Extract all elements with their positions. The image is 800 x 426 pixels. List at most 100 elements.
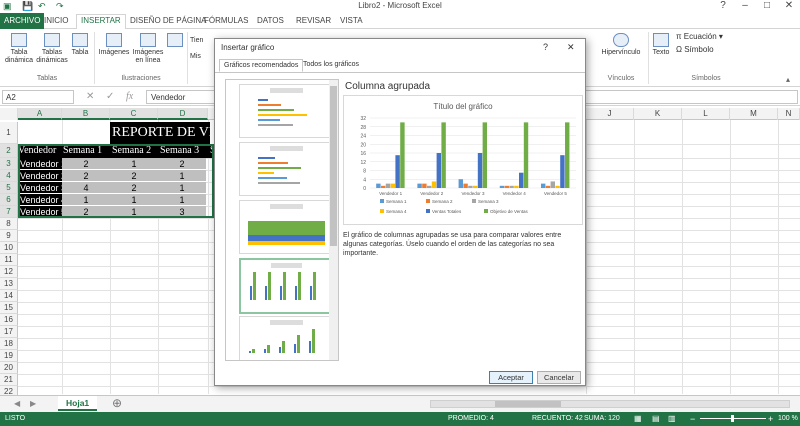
pictures-button[interactable]: Imágenes <box>98 33 130 57</box>
value-cell[interactable]: 2 <box>158 158 206 170</box>
my-apps-button[interactable]: Mis <box>190 53 214 61</box>
value-cell[interactable]: 1 <box>110 158 158 170</box>
accept-button[interactable]: Aceptar <box>489 371 533 384</box>
add-sheet-icon[interactable]: ⊕ <box>112 396 122 410</box>
row-header[interactable]: 11 <box>0 254 18 266</box>
zoom-level[interactable]: 100 % <box>778 415 798 422</box>
text-button[interactable]: Texto <box>651 33 671 57</box>
vendor-cell[interactable]: Vendedor 1 <box>18 158 62 170</box>
tab-formulas[interactable]: FÓRMULAS <box>200 15 252 26</box>
insert-function-icon[interactable]: fx <box>126 91 133 102</box>
table-button[interactable]: Tabla <box>70 33 90 57</box>
row-header[interactable]: 3 <box>0 158 18 170</box>
row-header[interactable]: 13 <box>0 278 18 290</box>
row-header[interactable]: 16 <box>0 314 18 326</box>
tab-datos[interactable]: DATOS <box>253 15 288 26</box>
name-box[interactable]: A2 <box>2 90 74 104</box>
value-cell[interactable]: 3 <box>158 206 206 218</box>
store-button[interactable]: Tien <box>190 37 214 45</box>
dialog-close-icon[interactable]: ✕ <box>567 42 575 53</box>
row-header[interactable]: 21 <box>0 374 18 386</box>
tab-recommended-charts[interactable]: Gráficos recomendados <box>219 59 304 72</box>
enter-formula-icon[interactable]: ✓ <box>106 91 114 102</box>
column-header-a[interactable]: A <box>18 108 62 120</box>
zoom-slider[interactable] <box>700 415 766 422</box>
zoom-out-icon[interactable]: − <box>690 414 695 424</box>
value-cell[interactable]: 1 <box>110 206 158 218</box>
equation-button[interactable]: π Ecuación ▾ <box>676 33 736 41</box>
value-cell[interactable]: 1 <box>158 170 206 182</box>
value-cell[interactable]: 2 <box>110 182 158 194</box>
scrollbar-thumb[interactable] <box>495 401 561 407</box>
value-cell[interactable]: 1 <box>158 194 206 206</box>
vendor-cell[interactable]: Vendedor 3 <box>18 182 62 194</box>
tab-archivo[interactable]: ARCHIVO <box>0 13 45 29</box>
column-header-m[interactable]: M <box>730 108 778 120</box>
thumb-list-scrollbar-thumb[interactable] <box>330 86 337 246</box>
column-header-j[interactable]: J <box>586 108 634 120</box>
tab-revisar[interactable]: REVISAR <box>292 15 335 26</box>
shapes-button[interactable] <box>166 33 184 49</box>
value-cell[interactable]: 4 <box>62 182 110 194</box>
online-pictures-button[interactable]: Imágenes en línea <box>132 33 164 65</box>
row-header[interactable]: 6 <box>0 194 18 206</box>
row-header[interactable]: 5 <box>0 182 18 194</box>
tab-all-charts[interactable]: Todos los gráficos <box>299 59 363 70</box>
row-header[interactable]: 14 <box>0 290 18 302</box>
value-cell[interactable]: 2 <box>62 158 110 170</box>
row-header[interactable]: 18 <box>0 338 18 350</box>
column-header-l[interactable]: L <box>682 108 730 120</box>
page-layout-icon[interactable]: ▤ <box>652 414 660 423</box>
row-header[interactable]: 9 <box>0 230 18 242</box>
value-cell[interactable]: 1 <box>110 194 158 206</box>
row-header[interactable]: 12 <box>0 266 18 278</box>
hyperlink-button[interactable]: Hipervínculo <box>600 33 642 57</box>
row-header[interactable]: 15 <box>0 302 18 314</box>
vendor-cell[interactable]: Vendedor 5 <box>18 206 62 218</box>
sheet-tab-hoja1[interactable]: Hoja1 <box>58 396 98 411</box>
row-header[interactable]: 10 <box>0 242 18 254</box>
vendor-cell[interactable]: Vendedor 2 <box>18 170 62 182</box>
next-sheet-icon[interactable]: ▶ <box>30 399 36 408</box>
chart-thumbnail[interactable] <box>239 316 334 360</box>
cancel-button[interactable]: Cancelar <box>537 371 581 384</box>
tab-diseno-pagina[interactable]: DISEÑO DE PÁGINA <box>126 15 210 26</box>
row-header[interactable]: 20 <box>0 362 18 374</box>
vendor-cell[interactable]: Vendedor 4 <box>18 194 62 206</box>
tab-inicio[interactable]: INICIO <box>40 15 72 26</box>
recommended-pivot-button[interactable]: Tablas dinámicas <box>36 33 68 65</box>
row-header[interactable]: 4 <box>0 170 18 182</box>
help-icon[interactable]: ? <box>712 0 734 11</box>
page-break-icon[interactable]: ▥ <box>668 414 676 423</box>
value-cell[interactable]: 2 <box>62 170 110 182</box>
symbol-button[interactable]: Ω Símbolo <box>676 46 736 54</box>
chart-thumbnail[interactable] <box>239 200 334 254</box>
tab-insertar[interactable]: INSERTAR <box>76 14 126 30</box>
row-header[interactable]: 8 <box>0 218 18 230</box>
minimize-icon[interactable]: – <box>734 0 756 11</box>
chart-thumbnail[interactable] <box>239 142 334 196</box>
maximize-icon[interactable]: □ <box>756 0 778 11</box>
tab-vista[interactable]: VISTA <box>336 15 367 26</box>
row-header[interactable]: 2 <box>0 144 18 158</box>
column-header-d[interactable]: D <box>158 108 208 120</box>
value-cell[interactable]: 2 <box>62 206 110 218</box>
value-cell[interactable]: 2 <box>110 170 158 182</box>
collapse-ribbon-icon[interactable]: ▴ <box>786 75 790 84</box>
zoom-slider-thumb[interactable] <box>731 415 734 422</box>
row-header[interactable]: 17 <box>0 326 18 338</box>
dialog-help-icon[interactable]: ? <box>543 42 548 52</box>
column-header-c[interactable]: C <box>110 108 158 120</box>
pivot-table-button[interactable]: Tabla dinámica <box>4 33 34 65</box>
thumb-list-scrollbar[interactable] <box>329 80 338 360</box>
select-all-corner[interactable] <box>0 108 18 120</box>
cancel-formula-icon[interactable]: ✕ <box>86 91 94 102</box>
zoom-in-icon[interactable]: + <box>768 414 773 424</box>
chart-thumbnail[interactable] <box>239 84 334 138</box>
horizontal-scrollbar[interactable] <box>430 400 790 408</box>
value-cell[interactable]: 1 <box>158 182 206 194</box>
value-cell[interactable]: 1 <box>62 194 110 206</box>
column-header-k[interactable]: K <box>634 108 682 120</box>
row-header[interactable]: 19 <box>0 350 18 362</box>
column-header-n[interactable]: N <box>778 108 800 120</box>
